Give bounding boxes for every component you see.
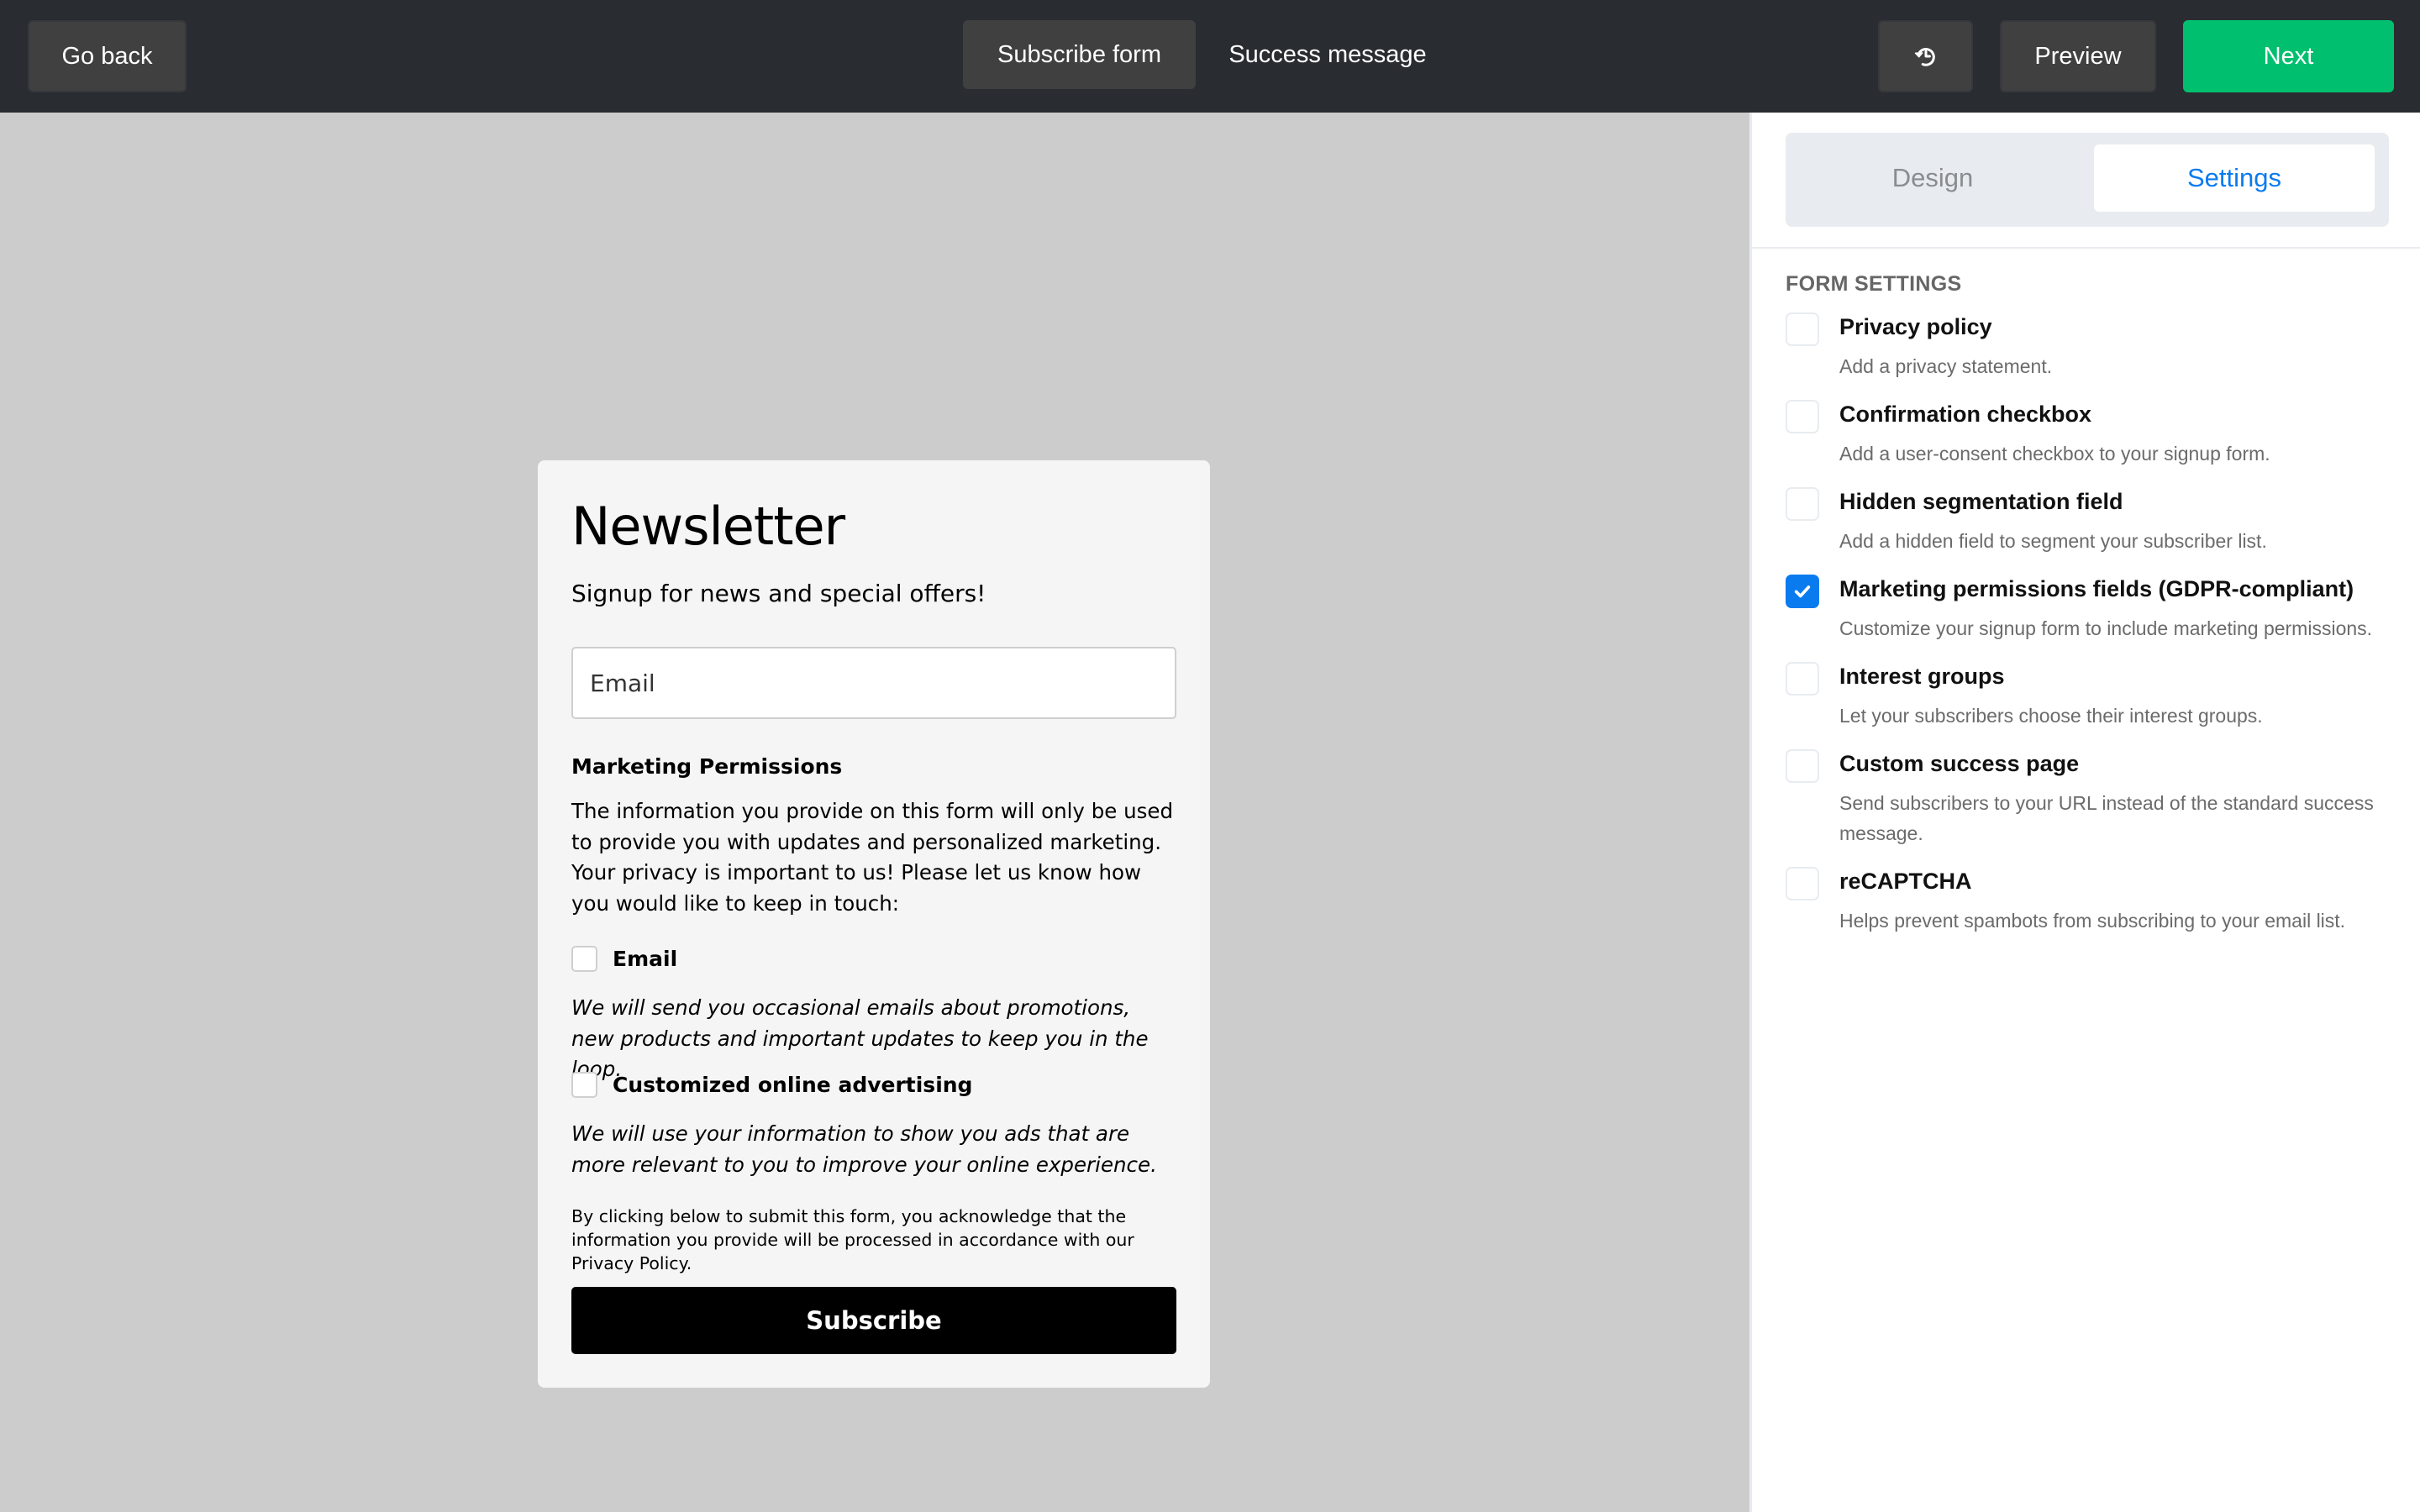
- privacy-policy-checkbox[interactable]: [1786, 312, 1819, 346]
- form-settings-heading: FORM SETTINGS: [1786, 272, 1962, 296]
- tab-subscribe-form[interactable]: Subscribe form: [963, 20, 1196, 89]
- permission-email-label: Email: [613, 947, 678, 971]
- legal-text: By clicking below to submit this form, y…: [571, 1206, 1134, 1273]
- option-description: Add a hidden field to segment your subsc…: [1839, 530, 2267, 552]
- history-button[interactable]: [1878, 20, 1973, 92]
- permission-advertising[interactable]: Customized online advertising: [571, 1072, 972, 1098]
- option-title: Interest groups: [1839, 664, 2005, 689]
- recaptcha-checkbox[interactable]: [1786, 867, 1819, 900]
- option-title: Hidden segmentation field: [1839, 489, 2123, 514]
- form-title: Newsletter: [571, 496, 845, 557]
- permission-email[interactable]: Email: [571, 946, 677, 972]
- confirmation-checkbox-checkbox[interactable]: [1786, 400, 1819, 433]
- option-title: Confirmation checkbox: [1839, 402, 2092, 427]
- custom-success-page-checkbox[interactable]: [1786, 749, 1819, 783]
- marketing-permissions-description: The information you provide on this form…: [571, 799, 1174, 916]
- subscribe-button[interactable]: Subscribe: [571, 1287, 1176, 1354]
- history-icon: [1913, 44, 1939, 69]
- form-canvas: Newsletter Signup for news and special o…: [0, 113, 1749, 1512]
- option-title: Marketing permissions fields (GDPR-compl…: [1839, 576, 2354, 601]
- go-back-button[interactable]: Go back: [28, 20, 187, 92]
- interest-groups-checkbox[interactable]: [1786, 662, 1819, 696]
- option-description: Customize your signup form to include ma…: [1839, 617, 2373, 639]
- next-button[interactable]: Next: [2183, 20, 2394, 92]
- permission-advertising-label: Customized online advertising: [613, 1073, 973, 1097]
- option-description: Let your subscribers choose their intere…: [1839, 705, 2263, 727]
- permission-advertising-note: We will use your information to show you…: [571, 1121, 1157, 1177]
- marketing-permissions-checkbox[interactable]: [1786, 575, 1819, 608]
- option-description: Send subscribers to your URL instead of …: [1839, 792, 2374, 844]
- permission-email-checkbox[interactable]: [571, 946, 597, 972]
- option-title: Privacy policy: [1839, 314, 1992, 339]
- hidden-segmentation-checkbox[interactable]: [1786, 487, 1819, 521]
- option-title: reCAPTCHA: [1839, 869, 1972, 894]
- signup-form-preview: Newsletter Signup for news and special o…: [538, 460, 1210, 1388]
- top-bar: Go back Subscribe form Success message P…: [0, 0, 2420, 113]
- permission-advertising-checkbox[interactable]: [571, 1072, 597, 1098]
- email-input[interactable]: [571, 647, 1176, 719]
- checkmark-icon: [1794, 585, 1811, 598]
- option-description: Add a user-consent checkbox to your sign…: [1839, 443, 2270, 465]
- tab-success-message[interactable]: Success message: [1210, 20, 1445, 89]
- tab-design[interactable]: Design: [1786, 144, 2080, 212]
- option-description: Add a privacy statement.: [1839, 355, 2053, 377]
- tab-settings[interactable]: Settings: [2094, 144, 2375, 212]
- preview-button[interactable]: Preview: [2000, 20, 2156, 92]
- form-subtitle: Signup for news and special offers!: [571, 580, 986, 607]
- settings-panel: Design Settings FORM SETTINGS Privacy po…: [1749, 113, 2420, 1512]
- panel-tabs: Design Settings: [1786, 133, 2389, 227]
- option-title: Custom success page: [1839, 751, 2080, 776]
- panel-divider: [1752, 247, 2420, 249]
- option-description: Helps prevent spambots from subscribing …: [1839, 910, 2346, 932]
- marketing-permissions-heading: Marketing Permissions: [571, 754, 843, 779]
